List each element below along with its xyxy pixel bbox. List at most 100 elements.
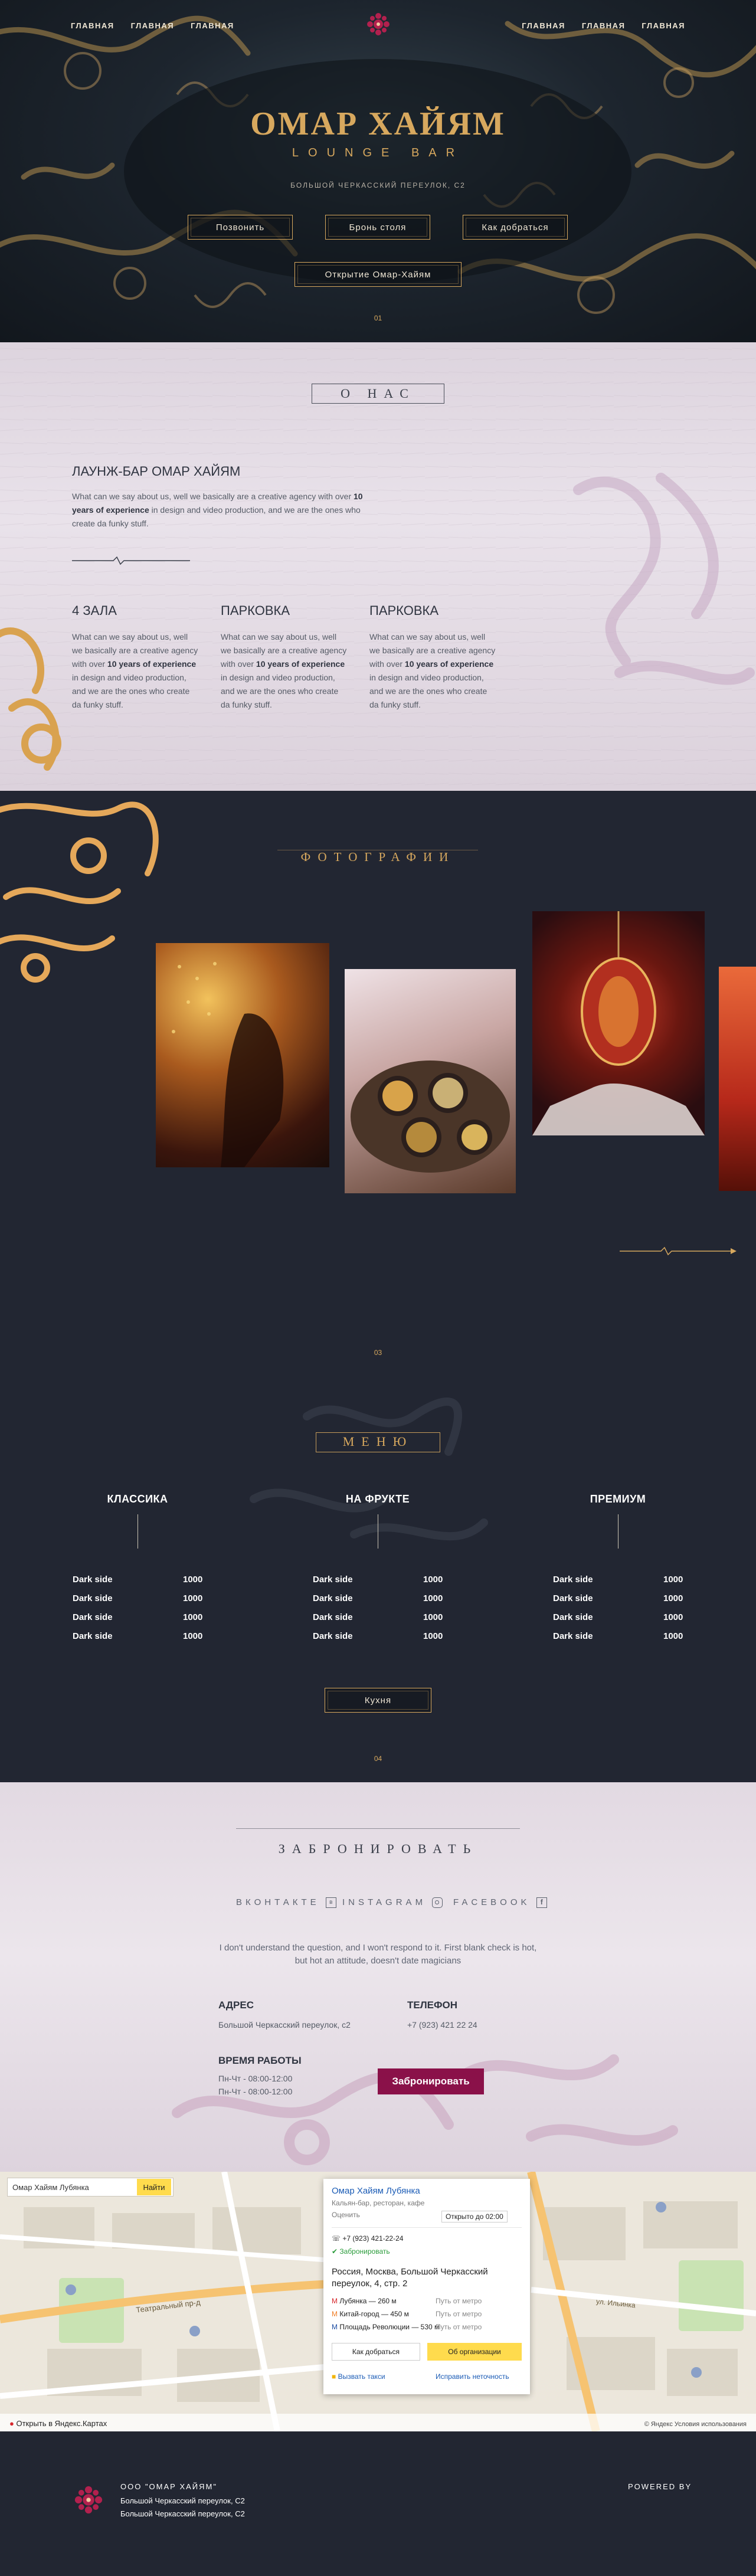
kitchen-button[interactable]: Кухня: [325, 1688, 431, 1713]
menu-item-name: Dark side: [313, 1612, 353, 1622]
hero-address: БОЛЬШОЙ ЧЕРКАССКИЙ ПЕРЕУЛОК, С2: [290, 181, 466, 189]
nav-link-home-5[interactable]: ГЛАВНАЯ: [582, 21, 626, 30]
map-about-button[interactable]: Об организации: [427, 2343, 522, 2361]
feature-title-parking-2: ПАРКОВКА: [369, 603, 439, 618]
footer-company: ООО "ОМАР ХАЙЯМ": [120, 2482, 217, 2491]
menu-item-name: Dark side: [73, 1612, 113, 1622]
nav-right: ГЛАВНАЯ ГЛАВНАЯ ГЛАВНАЯ: [522, 21, 685, 30]
map-card-divider: [332, 2227, 522, 2228]
social-vk[interactable]: ВКОНТАКТЕ в: [236, 1897, 336, 1909]
menu-item-name: Dark side: [553, 1593, 593, 1603]
menu-item-price: 1000: [183, 1593, 203, 1603]
map-section[interactable]: Театральный пр-д ул. Ильинка Омар Хайям …: [0, 2172, 756, 2431]
booking-title-line: [236, 1828, 520, 1829]
map-fix-link[interactable]: Исправить неточность: [436, 2372, 509, 2381]
book-table-button[interactable]: Бронь столя: [325, 215, 430, 240]
footer: ООО "ОМАР ХАЙЯМ" Большой Черкасский пере…: [0, 2431, 756, 2576]
slider-arrow-icon[interactable]: [620, 1246, 738, 1256]
feature-text-parking-2: What can we say about us, well we basica…: [369, 632, 496, 709]
map-card-phone[interactable]: ☏ +7 (923) 421-22-24: [332, 2234, 403, 2243]
photo-2-image: [351, 1060, 510, 1173]
map-open-link[interactable]: ● Открыть в Яндекс.Картах: [9, 2419, 107, 2428]
map-find-button[interactable]: Найти: [137, 2179, 171, 2195]
opening-button[interactable]: Открытие Омар-Хайям: [294, 262, 462, 287]
calligraphy-background: [0, 15, 756, 314]
instagram-icon: [432, 1897, 443, 1909]
call-button[interactable]: Позвонить: [188, 215, 293, 240]
texture-background: [0, 342, 756, 791]
metro-route-link[interactable]: Путь от метро: [436, 2297, 482, 2305]
social-instagram[interactable]: INSTAGRAM: [342, 1897, 443, 1909]
menu-section-number: 04: [374, 1755, 382, 1763]
metro-icon: M: [332, 2310, 340, 2318]
feature-title-parking-1: ПАРКОВКА: [221, 603, 290, 618]
hours-label: ВРЕМЯ РАБОТЫ: [218, 2055, 302, 2066]
photo-1-image: [172, 962, 284, 1167]
metro-route-link[interactable]: Путь от метро: [436, 2323, 482, 2331]
photo-partial[interactable]: [719, 967, 756, 1191]
phone-value[interactable]: +7 (923) 421 22 24: [407, 2020, 477, 2030]
menu-item-price: 1000: [423, 1575, 443, 1585]
map-info-card: Омар Хайям Лубянка Кальян-бар, ресторан,…: [323, 2179, 530, 2394]
nav-link-home-2[interactable]: ГЛАВНАЯ: [131, 21, 175, 30]
map-taxi-link[interactable]: ■ Вызвать такси: [332, 2372, 385, 2381]
map-card-rate[interactable]: Оценить: [332, 2211, 360, 2219]
check-icon: ✔: [332, 2247, 340, 2256]
vk-icon: в: [325, 1897, 336, 1909]
divider-wave-icon: [72, 556, 190, 565]
map-card-address: Россия, Москва, Большой Черкасский переу…: [332, 2267, 488, 2289]
nav-link-home-3[interactable]: ГЛАВНАЯ: [191, 21, 234, 30]
map-route-button[interactable]: Как добраться: [332, 2343, 420, 2361]
calligraphy-ornament: [0, 801, 159, 983]
menu-category-premium[interactable]: ПРЕМИУМ: [529, 1493, 706, 1505]
menu-item-price: 1000: [663, 1593, 683, 1603]
nav-link-home-4[interactable]: ГЛАВНАЯ: [522, 21, 565, 30]
metro-icon: M: [332, 2297, 340, 2305]
social-facebook[interactable]: FACEBOOK f: [453, 1897, 547, 1909]
photo-hookah-girl[interactable]: [156, 943, 329, 1167]
metro-row: M Площадь Революции — 530 м: [332, 2323, 440, 2331]
feature-text-parking-1: What can we say about us, well we basica…: [221, 632, 347, 709]
menu-item-price: 1000: [423, 1612, 443, 1622]
menu-item-price: 1000: [663, 1575, 683, 1585]
photo-dishes[interactable]: [345, 969, 516, 1193]
menu-item-price: 1000: [183, 1631, 203, 1641]
nav-link-home-6[interactable]: ГЛАВНАЯ: [642, 21, 685, 30]
footer-address: Большой Черкасский переулок, С2: [120, 2509, 245, 2518]
logo-icon[interactable]: [365, 11, 392, 38]
metro-route-link[interactable]: Путь от метро: [436, 2310, 482, 2318]
map-card-booking[interactable]: ✔ Забронировать: [332, 2247, 390, 2256]
route-button[interactable]: Как добраться: [463, 215, 568, 240]
hours-weekday: Пн-Чт - 08:00-12:00: [218, 2074, 293, 2083]
footer-logo-icon[interactable]: [72, 2483, 105, 2516]
metro-row: M Лубянка — 260 м: [332, 2297, 397, 2305]
menu-section: МЕНЮ КЛАССИКА НА ФРУКТЕ ПРЕМИУМ Dark sid…: [0, 1381, 756, 1782]
menu-category-classic[interactable]: КЛАССИКА: [49, 1493, 226, 1505]
map-card-status[interactable]: Открыто до 02:00: [441, 2211, 508, 2223]
about-section-title: О НАС: [341, 386, 415, 401]
footer-powered-by[interactable]: POWERED BY: [628, 2482, 692, 2491]
map-card-subtitle: Кальян-бар, ресторан, кафе: [332, 2199, 425, 2207]
map-copyright[interactable]: © Яндекс Условия использования: [644, 2421, 747, 2428]
photo-lamp[interactable]: [532, 911, 705, 1135]
book-button[interactable]: Забронировать: [378, 2068, 484, 2094]
photo-3-image: [532, 911, 705, 1135]
nav-link-home-1[interactable]: ГЛАВНАЯ: [71, 21, 114, 30]
hero-title: ОМАР ХАЙЯМ: [250, 106, 506, 142]
booking-section: ЗАБРОНИРОВАТЬ ВКОНТАКТЕ в INSTAGRAM FACE…: [0, 1782, 756, 2172]
phone-icon: ☏: [332, 2234, 343, 2243]
menu-item-name: Dark side: [313, 1593, 353, 1603]
menu-item-price: 1000: [423, 1593, 443, 1603]
address-value: Большой Черкасский переулок, с2: [218, 2020, 351, 2030]
menu-item-name: Dark side: [313, 1575, 353, 1585]
menu-item-name: Dark side: [73, 1575, 113, 1585]
menu-category-fruit[interactable]: НА ФРУКТЕ: [289, 1493, 466, 1505]
taxi-icon: ■: [332, 2372, 338, 2381]
footer-address: Большой Черкасский переулок, С2: [120, 2496, 245, 2505]
hours-weekend: Пн-Чт - 08:00-12:00: [218, 2087, 293, 2096]
menu-item-name: Dark side: [553, 1631, 593, 1641]
about-heading: ЛАУНЖ-БАР ОМАР ХАЙЯМ: [72, 464, 241, 479]
map-card-title[interactable]: Омар Хайям Лубянка: [332, 2186, 420, 2196]
metro-icon: M: [332, 2323, 340, 2331]
about-section: О НАС ЛАУНЖ-БАР ОМАР ХАЙЯМ What can we s…: [0, 342, 756, 791]
